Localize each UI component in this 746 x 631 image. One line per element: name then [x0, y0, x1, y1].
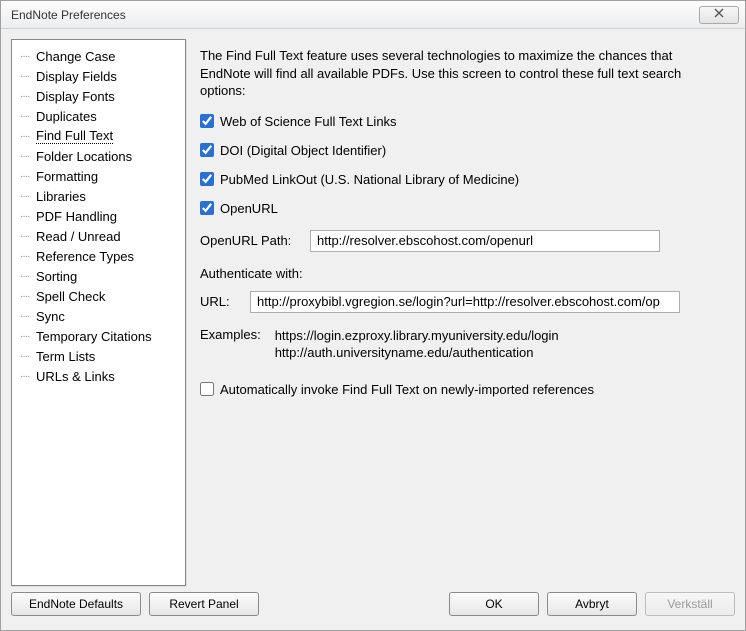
titlebar: EndNote Preferences [1, 1, 745, 29]
sidebar-item-find-full-text[interactable]: ····Find Full Text [14, 126, 183, 146]
examples-text: https://login.ezproxy.library.myuniversi… [275, 327, 559, 362]
option-doi: DOI (Digital Object Identifier) [200, 143, 725, 158]
revert-panel-button[interactable]: Revert Panel [149, 592, 259, 616]
auth-url-label: URL: [200, 294, 240, 309]
sidebar-item-sync[interactable]: ····Sync [14, 306, 183, 326]
cancel-button[interactable]: Avbryt [547, 592, 637, 616]
sidebar-item-label: URLs & Links [36, 369, 115, 384]
sidebar-item-label: Sync [36, 309, 65, 324]
tree-connector-icon: ···· [20, 171, 36, 182]
tree-connector-icon: ···· [20, 211, 36, 222]
examples-label: Examples: [200, 327, 261, 362]
tree-connector-icon: ···· [20, 111, 36, 122]
doi-label: DOI (Digital Object Identifier) [220, 143, 386, 158]
preferences-window: EndNote Preferences ····Change Case····D… [0, 0, 746, 631]
sidebar-item-urls-links[interactable]: ····URLs & Links [14, 366, 183, 386]
authenticate-label: Authenticate with: [200, 266, 725, 281]
sidebar-item-label: PDF Handling [36, 209, 117, 224]
apply-button[interactable]: Verkställ [645, 592, 735, 616]
option-pubmed: PubMed LinkOut (U.S. National Library of… [200, 172, 725, 187]
window-title: EndNote Preferences [7, 8, 699, 22]
sidebar-item-label: Spell Check [36, 289, 105, 304]
doi-checkbox[interactable] [200, 143, 214, 157]
sidebar-item-label: Display Fonts [36, 89, 115, 104]
sidebar-item-formatting[interactable]: ····Formatting [14, 166, 183, 186]
ok-button[interactable]: OK [449, 592, 539, 616]
openurl-path-row: OpenURL Path: [200, 230, 725, 252]
sidebar-item-label: Change Case [36, 49, 116, 64]
category-tree: ····Change Case····Display Fields····Dis… [11, 39, 186, 586]
tree-connector-icon: ···· [20, 131, 36, 142]
tree-connector-icon: ···· [20, 191, 36, 202]
sidebar-item-libraries[interactable]: ····Libraries [14, 186, 183, 206]
sidebar-item-display-fields[interactable]: ····Display Fields [14, 66, 183, 86]
sidebar-item-duplicates[interactable]: ····Duplicates [14, 106, 183, 126]
close-icon [714, 8, 724, 21]
sidebar-item-sorting[interactable]: ····Sorting [14, 266, 183, 286]
sidebar-item-label: Read / Unread [36, 229, 121, 244]
sidebar-item-label: Duplicates [36, 109, 97, 124]
sidebar-item-label: Formatting [36, 169, 98, 184]
sidebar-item-reference-types[interactable]: ····Reference Types [14, 246, 183, 266]
tree-connector-icon: ···· [20, 331, 36, 342]
tree-connector-icon: ···· [20, 311, 36, 322]
sidebar-item-folder-locations[interactable]: ····Folder Locations [14, 146, 183, 166]
auto-invoke-row: Automatically invoke Find Full Text on n… [200, 382, 725, 397]
tree-connector-icon: ···· [20, 231, 36, 242]
auto-invoke-checkbox[interactable] [200, 382, 214, 396]
sidebar-item-label: Temporary Citations [36, 329, 152, 344]
option-openurl: OpenURL [200, 201, 725, 216]
sidebar-item-label: Sorting [36, 269, 77, 284]
sidebar-item-label: Display Fields [36, 69, 117, 84]
openurl-checkbox[interactable] [200, 201, 214, 215]
sidebar-item-pdf-handling[interactable]: ····PDF Handling [14, 206, 183, 226]
tree-connector-icon: ···· [20, 291, 36, 302]
find-full-text-panel: The Find Full Text feature uses several … [198, 39, 735, 586]
pubmed-checkbox[interactable] [200, 172, 214, 186]
examples-row: Examples: https://login.ezproxy.library.… [200, 327, 725, 362]
endnote-defaults-button[interactable]: EndNote Defaults [11, 592, 141, 616]
sidebar-item-label: Reference Types [36, 249, 134, 264]
sidebar-item-label: Term Lists [36, 349, 95, 364]
sidebar-item-change-case[interactable]: ····Change Case [14, 46, 183, 66]
tree-connector-icon: ···· [20, 71, 36, 82]
example-line-2: http://auth.universityname.edu/authentic… [275, 344, 559, 362]
sidebar-item-temporary-citations[interactable]: ····Temporary Citations [14, 326, 183, 346]
tree-connector-icon: ···· [20, 51, 36, 62]
openurl-label: OpenURL [220, 201, 278, 216]
tree-connector-icon: ···· [20, 251, 36, 262]
tree-connector-icon: ···· [20, 151, 36, 162]
wos-checkbox[interactable] [200, 114, 214, 128]
panel-description: The Find Full Text feature uses several … [200, 47, 710, 100]
example-line-1: https://login.ezproxy.library.myuniversi… [275, 327, 559, 345]
pubmed-label: PubMed LinkOut (U.S. National Library of… [220, 172, 519, 187]
auth-url-input[interactable] [250, 291, 680, 313]
tree-connector-icon: ···· [20, 371, 36, 382]
tree-connector-icon: ···· [20, 91, 36, 102]
dialog-body: ····Change Case····Display Fields····Dis… [1, 29, 745, 586]
sidebar-item-read-unread[interactable]: ····Read / Unread [14, 226, 183, 246]
tree-connector-icon: ···· [20, 351, 36, 362]
tree-connector-icon: ···· [20, 271, 36, 282]
sidebar-item-label: Find Full Text [36, 128, 113, 144]
sidebar-item-display-fonts[interactable]: ····Display Fonts [14, 86, 183, 106]
wos-label: Web of Science Full Text Links [220, 114, 397, 129]
sidebar-item-label: Folder Locations [36, 149, 132, 164]
sidebar-item-term-lists[interactable]: ····Term Lists [14, 346, 183, 366]
close-button[interactable] [699, 6, 739, 24]
auth-url-row: URL: [200, 291, 725, 313]
sidebar-item-spell-check[interactable]: ····Spell Check [14, 286, 183, 306]
sidebar-item-label: Libraries [36, 189, 86, 204]
openurl-path-label: OpenURL Path: [200, 233, 300, 248]
auto-invoke-label: Automatically invoke Find Full Text on n… [220, 382, 594, 397]
dialog-footer: EndNote Defaults Revert Panel OK Avbryt … [1, 586, 745, 630]
option-wos: Web of Science Full Text Links [200, 114, 725, 129]
openurl-path-input[interactable] [310, 230, 660, 252]
